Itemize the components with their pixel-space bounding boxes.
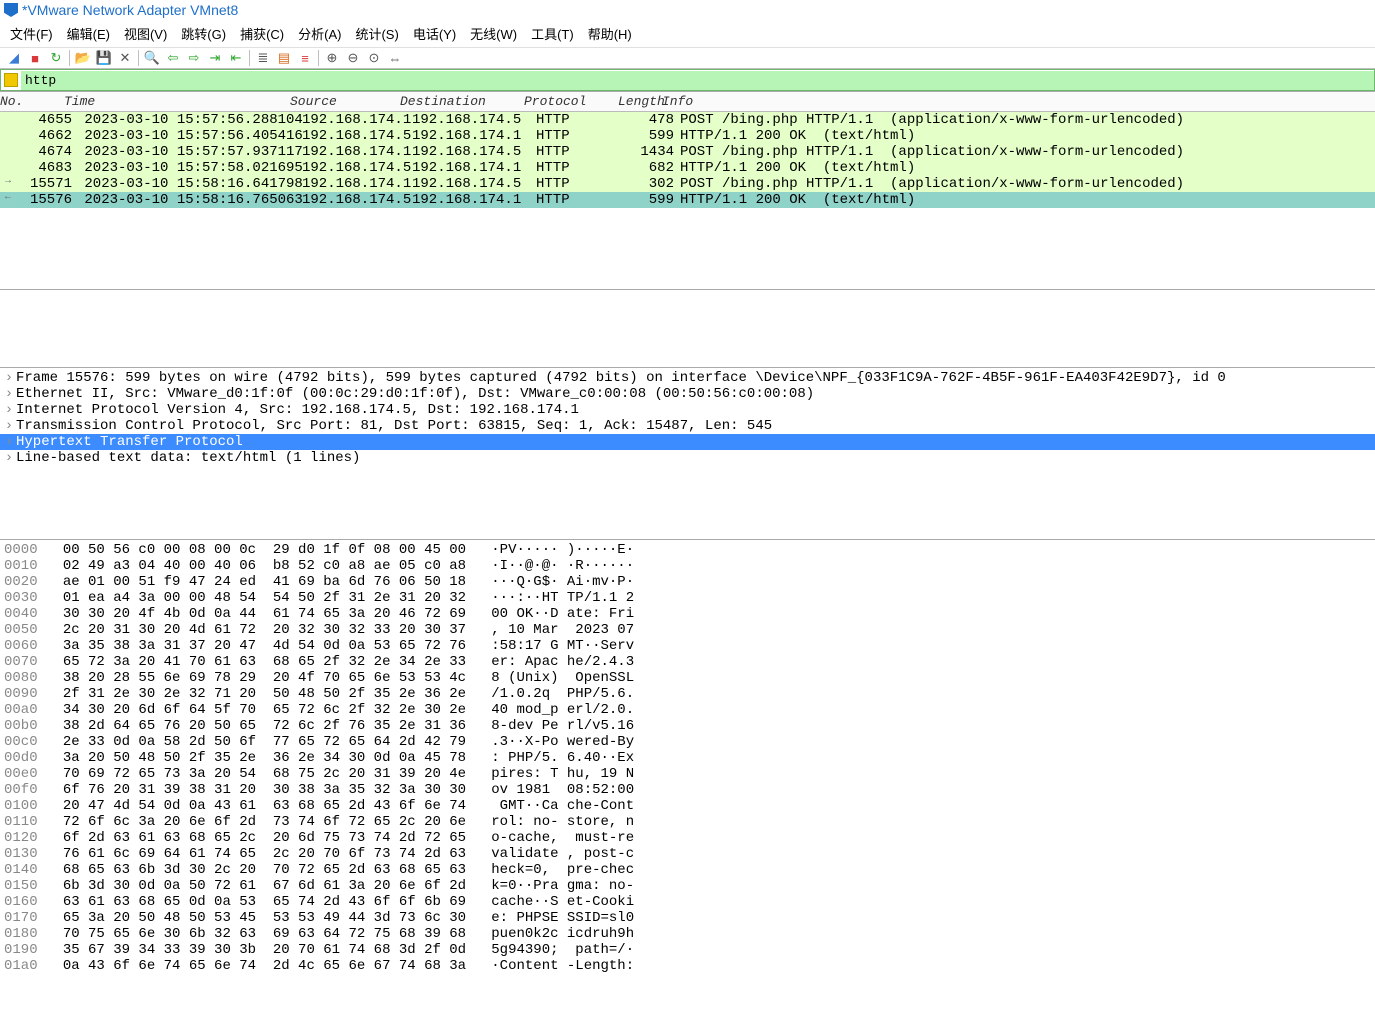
- resize-columns-icon[interactable]: ⇔: [387, 50, 403, 66]
- menu-item[interactable]: 统计(S): [349, 22, 404, 45]
- col-time[interactable]: Time: [60, 92, 286, 111]
- packet-bytes[interactable]: 0000 00 50 56 c0 00 08 00 0c 29 d0 1f 0f…: [0, 540, 1375, 976]
- hex-row[interactable]: 0110 72 6f 6c 3a 20 6e 6f 2d 73 74 6f 72…: [4, 814, 1371, 830]
- save-file-icon[interactable]: 💾: [96, 50, 112, 66]
- packet-row[interactable]: 4662 2023-03-10 15:57:56.405416192.168.1…: [0, 128, 1375, 144]
- detail-line[interactable]: ›Ethernet II, Src: VMware_d0:1f:0f (00:0…: [0, 386, 1375, 402]
- zoom-out-icon[interactable]: ⊖: [345, 50, 361, 66]
- hex-row[interactable]: 0040 30 30 20 4f 4b 0d 0a 44 61 74 65 3a…: [4, 606, 1371, 622]
- jump-packet-icon[interactable]: ⇥: [207, 50, 223, 66]
- menu-bar: 文件(F)编辑(E)视图(V)跳转(G)捕获(C)分析(A)统计(S)电话(Y)…: [0, 20, 1375, 48]
- col-protocol[interactable]: Protocol: [520, 92, 614, 111]
- packet-row[interactable]: →15571 2023-03-10 15:58:16.641798192.168…: [0, 176, 1375, 192]
- hex-row[interactable]: 0100 20 47 4d 54 0d 0a 43 61 63 68 65 2d…: [4, 798, 1371, 814]
- display-filter-input[interactable]: [21, 71, 1374, 90]
- menu-item[interactable]: 视图(V): [118, 22, 173, 45]
- app-icon: [4, 3, 18, 17]
- display-filter-bar[interactable]: [0, 69, 1375, 91]
- menu-item[interactable]: 无线(W): [464, 22, 523, 45]
- detail-line[interactable]: ›Hypertext Transfer Protocol: [0, 434, 1375, 450]
- hex-row[interactable]: 0000 00 50 56 c0 00 08 00 0c 29 d0 1f 0f…: [4, 542, 1371, 558]
- menu-item[interactable]: 工具(T): [525, 22, 580, 45]
- detail-line[interactable]: ›Transmission Control Protocol, Src Port…: [0, 418, 1375, 434]
- hex-row[interactable]: 0160 63 61 63 68 65 0d 0a 53 65 74 2d 43…: [4, 894, 1371, 910]
- enlarge-icon[interactable]: ≡: [297, 50, 313, 66]
- stop-capture-icon[interactable]: ■: [27, 50, 43, 66]
- search-icon[interactable]: 🔍: [144, 50, 160, 66]
- menu-item[interactable]: 帮助(H): [582, 22, 638, 45]
- hex-row[interactable]: 0140 68 65 63 6b 3d 30 2c 20 70 72 65 2d…: [4, 862, 1371, 878]
- menu-item[interactable]: 文件(F): [4, 22, 59, 45]
- toolbar: ◢ ■ ↻ 📂 💾 ✕ 🔍 ⇦ ⇨ ⇥ ⇤ ≣ ▤ ≡ ⊕ ⊖ ⊙ ⇔: [0, 48, 1375, 69]
- packet-row[interactable]: ←15576 2023-03-10 15:58:16.765063192.168…: [0, 192, 1375, 208]
- hex-row[interactable]: 0170 65 3a 20 50 48 50 53 45 53 53 49 44…: [4, 910, 1371, 926]
- colorize-icon[interactable]: ▤: [276, 50, 292, 66]
- packet-row[interactable]: 4655 2023-03-10 15:57:56.288104192.168.1…: [0, 112, 1375, 128]
- go-first-icon[interactable]: ⇤: [228, 50, 244, 66]
- hex-row[interactable]: 0150 6b 3d 30 0d 0a 50 72 61 67 6d 61 3a…: [4, 878, 1371, 894]
- menu-item[interactable]: 分析(A): [292, 22, 347, 45]
- hex-row[interactable]: 0060 3a 35 38 3a 31 37 20 47 4d 54 0d 0a…: [4, 638, 1371, 654]
- filter-bookmark-icon[interactable]: [4, 73, 18, 87]
- hex-row[interactable]: 0050 2c 20 31 30 20 4d 61 72 20 32 30 32…: [4, 622, 1371, 638]
- hex-row[interactable]: 00a0 34 30 20 6d 6f 64 5f 70 65 72 6c 2f…: [4, 702, 1371, 718]
- hex-row[interactable]: 00e0 70 69 72 65 73 3a 20 54 68 75 2c 20…: [4, 766, 1371, 782]
- col-length[interactable]: Length: [614, 92, 658, 111]
- hex-row[interactable]: 00c0 2e 33 0d 0a 58 2d 50 6f 77 65 72 65…: [4, 734, 1371, 750]
- zoom-in-icon[interactable]: ⊕: [324, 50, 340, 66]
- menu-item[interactable]: 捕获(C): [234, 22, 290, 45]
- hex-row[interactable]: 00f0 6f 76 20 31 39 38 31 20 30 38 3a 35…: [4, 782, 1371, 798]
- hex-row[interactable]: 0010 02 49 a3 04 40 00 40 06 b8 52 c0 a8…: [4, 558, 1371, 574]
- go-forward-icon[interactable]: ⇨: [186, 50, 202, 66]
- menu-item[interactable]: 跳转(G): [175, 22, 232, 45]
- hex-row[interactable]: 00d0 3a 20 50 48 50 2f 35 2e 36 2e 34 30…: [4, 750, 1371, 766]
- hex-row[interactable]: 00b0 38 2d 64 65 76 20 50 65 72 6c 2f 76…: [4, 718, 1371, 734]
- col-no[interactable]: No.: [0, 92, 60, 111]
- restart-capture-icon[interactable]: ↻: [48, 50, 64, 66]
- hex-row[interactable]: 0120 6f 2d 63 61 63 68 65 2c 20 6d 75 73…: [4, 830, 1371, 846]
- packet-list[interactable]: 4655 2023-03-10 15:57:56.288104192.168.1…: [0, 112, 1375, 290]
- window-title: *VMware Network Adapter VMnet8: [22, 2, 238, 18]
- toolbar-separator: [138, 50, 139, 66]
- hex-row[interactable]: 01a0 0a 43 6f 6e 74 65 6e 74 2d 4c 65 6e…: [4, 958, 1371, 974]
- packet-list-empty-area: [0, 290, 1375, 368]
- hex-row[interactable]: 0190 35 67 39 34 33 39 30 3b 20 70 61 74…: [4, 942, 1371, 958]
- packet-list-header: No. Time Source Destination Protocol Len…: [0, 92, 1375, 112]
- menu-item[interactable]: 电话(Y): [407, 22, 462, 45]
- hex-row[interactable]: 0090 2f 31 2e 30 2e 32 71 20 50 48 50 2f…: [4, 686, 1371, 702]
- hex-row[interactable]: 0080 38 20 28 55 6e 69 78 29 20 4f 70 65…: [4, 670, 1371, 686]
- detail-line[interactable]: ›Internet Protocol Version 4, Src: 192.1…: [0, 402, 1375, 418]
- title-bar: *VMware Network Adapter VMnet8: [0, 0, 1375, 20]
- toolbar-separator: [69, 50, 70, 66]
- packet-details[interactable]: ›Frame 15576: 599 bytes on wire (4792 bi…: [0, 370, 1375, 540]
- hex-row[interactable]: 0070 65 72 3a 20 41 70 61 63 68 65 2f 32…: [4, 654, 1371, 670]
- open-file-icon[interactable]: 📂: [75, 50, 91, 66]
- col-source[interactable]: Source: [286, 92, 396, 111]
- hex-row[interactable]: 0180 70 75 65 6e 30 6b 32 63 69 63 64 72…: [4, 926, 1371, 942]
- detail-line[interactable]: ›Line-based text data: text/html (1 line…: [0, 450, 1375, 466]
- packet-row[interactable]: 4683 2023-03-10 15:57:58.021695192.168.1…: [0, 160, 1375, 176]
- go-back-icon[interactable]: ⇦: [165, 50, 181, 66]
- hex-row[interactable]: 0130 76 61 6c 69 64 61 74 65 2c 20 70 6f…: [4, 846, 1371, 862]
- toolbar-separator: [249, 50, 250, 66]
- start-capture-icon[interactable]: ◢: [6, 50, 22, 66]
- packet-row[interactable]: 4674 2023-03-10 15:57:57.937117192.168.1…: [0, 144, 1375, 160]
- col-info[interactable]: Info: [658, 92, 1375, 111]
- col-destination[interactable]: Destination: [396, 92, 520, 111]
- detail-line[interactable]: ›Frame 15576: 599 bytes on wire (4792 bi…: [0, 370, 1375, 386]
- toolbar-separator: [318, 50, 319, 66]
- menu-item[interactable]: 编辑(E): [61, 22, 116, 45]
- close-file-icon[interactable]: ✕: [117, 50, 133, 66]
- auto-scroll-icon[interactable]: ≣: [255, 50, 271, 66]
- zoom-reset-icon[interactable]: ⊙: [366, 50, 382, 66]
- hex-row[interactable]: 0030 01 ea a4 3a 00 00 48 54 54 50 2f 31…: [4, 590, 1371, 606]
- hex-row[interactable]: 0020 ae 01 00 51 f9 47 24 ed 41 69 ba 6d…: [4, 574, 1371, 590]
